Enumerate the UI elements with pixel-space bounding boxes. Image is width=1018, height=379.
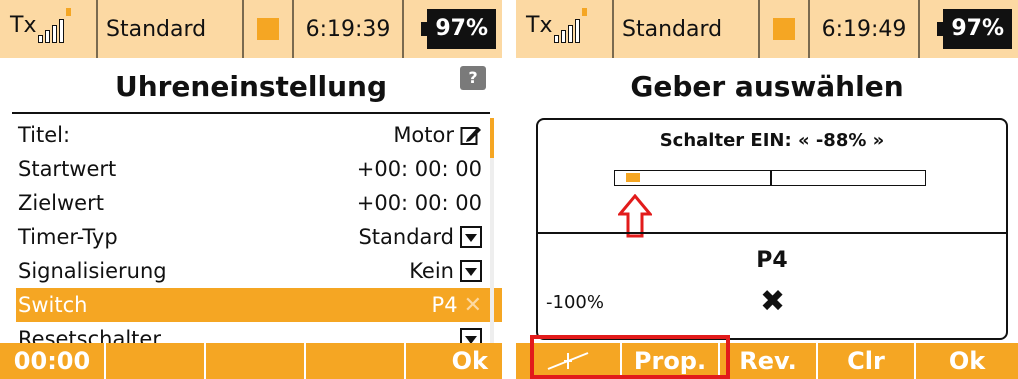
- settings-list: Titel: Motor Startwert +00: 00: 00 Zielw…: [16, 118, 502, 344]
- screen-select-control: Tx Standard 6:19:49 97% Geber auswählen …: [516, 0, 1018, 379]
- row-label: Signalisierung: [18, 259, 167, 283]
- row-target-value[interactable]: Zielwert +00: 00: 00: [16, 186, 502, 220]
- ok-button[interactable]: Ok: [406, 343, 502, 379]
- battery-indicator: 97%: [404, 0, 502, 58]
- row-value: P4: [431, 293, 458, 317]
- tx-signal: Tx: [516, 0, 614, 58]
- clock: 6:19:39: [294, 0, 404, 58]
- title-divider: [12, 112, 490, 114]
- row-switch[interactable]: Switch P4 ✕: [16, 288, 502, 322]
- signal-bars-icon: [38, 15, 65, 43]
- battery-level: 97%: [427, 9, 496, 49]
- row-value: +00: 00: 00: [356, 191, 482, 215]
- row-value: Standard: [358, 225, 454, 249]
- model-name: Standard: [98, 0, 244, 58]
- tx-signal: Tx: [0, 0, 98, 58]
- ok-button[interactable]: Ok: [916, 343, 1018, 379]
- row-label: Titel:: [18, 123, 71, 147]
- screen-timer-settings: Tx Standard 6:19:39 97% Uhreneinstellung…: [0, 0, 502, 379]
- softkey-curve[interactable]: [516, 343, 622, 379]
- softkey-3[interactable]: [206, 343, 306, 379]
- model-name: Standard: [614, 0, 760, 58]
- battery-indicator: 97%: [920, 0, 1018, 58]
- softkey-bar: Prop. Rev. Clr Ok: [516, 343, 1018, 379]
- row-value: Kein: [409, 259, 454, 283]
- clock: 6:19:49: [810, 0, 920, 58]
- close-icon[interactable]: ✕: [464, 293, 482, 318]
- help-icon[interactable]: ?: [460, 66, 486, 90]
- row-value: +00: 00: 00: [356, 157, 482, 181]
- control-panel: Schalter EIN: « -88% » P4 -100% ✖: [536, 118, 1008, 340]
- row-label: Resetschalter: [18, 327, 161, 344]
- rev-button[interactable]: Rev.: [720, 343, 818, 379]
- dropdown-icon[interactable]: [460, 226, 482, 248]
- scrollbar[interactable]: [490, 118, 494, 344]
- tx-label: Tx: [10, 12, 37, 38]
- prop-button[interactable]: Prop.: [622, 343, 720, 379]
- tx-label: Tx: [526, 12, 553, 38]
- softkey-timer[interactable]: 00:00: [0, 343, 106, 379]
- edit-icon[interactable]: [460, 124, 482, 146]
- row-title[interactable]: Titel: Motor: [16, 118, 502, 152]
- battery-level: 97%: [943, 9, 1012, 49]
- control-name: P4: [756, 248, 788, 273]
- status-indicator: [760, 0, 810, 58]
- switch-status-label: Schalter EIN: « -88% »: [659, 130, 885, 151]
- clr-button[interactable]: Clr: [818, 343, 916, 379]
- page-title: Uhreneinstellung: [114, 70, 388, 103]
- softkey-bar: 00:00 Ok: [0, 343, 502, 379]
- status-bar: Tx Standard 6:19:49 97%: [516, 0, 1018, 58]
- row-signaling[interactable]: Signalisierung Kein: [16, 254, 502, 288]
- row-start-value[interactable]: Startwert +00: 00: 00: [16, 152, 502, 186]
- softkey-2[interactable]: [106, 343, 206, 379]
- position-bar-fill: [625, 173, 640, 182]
- row-label: Zielwert: [18, 191, 104, 215]
- dropdown-icon[interactable]: [460, 260, 482, 282]
- softkey-4[interactable]: [306, 343, 406, 379]
- percent-value: -100%: [546, 292, 604, 313]
- signal-bars-icon: [554, 15, 581, 43]
- row-label: Timer-Typ: [18, 225, 118, 249]
- panel-divider: [538, 232, 1006, 234]
- position-bar: [614, 170, 926, 186]
- close-icon[interactable]: ✖: [760, 284, 785, 319]
- page-title: Geber auswählen: [630, 70, 904, 103]
- dropdown-icon[interactable]: [460, 328, 482, 344]
- position-bar-center: [770, 171, 772, 185]
- row-label: Switch: [18, 293, 88, 317]
- row-timer-type[interactable]: Timer-Typ Standard: [16, 220, 502, 254]
- curve-icon: [547, 352, 589, 370]
- row-label: Startwert: [18, 157, 117, 181]
- row-reset-switch[interactable]: Resetschalter: [16, 322, 502, 344]
- status-bar: Tx Standard 6:19:39 97%: [0, 0, 502, 58]
- row-value: Motor: [393, 123, 454, 147]
- status-indicator: [244, 0, 294, 58]
